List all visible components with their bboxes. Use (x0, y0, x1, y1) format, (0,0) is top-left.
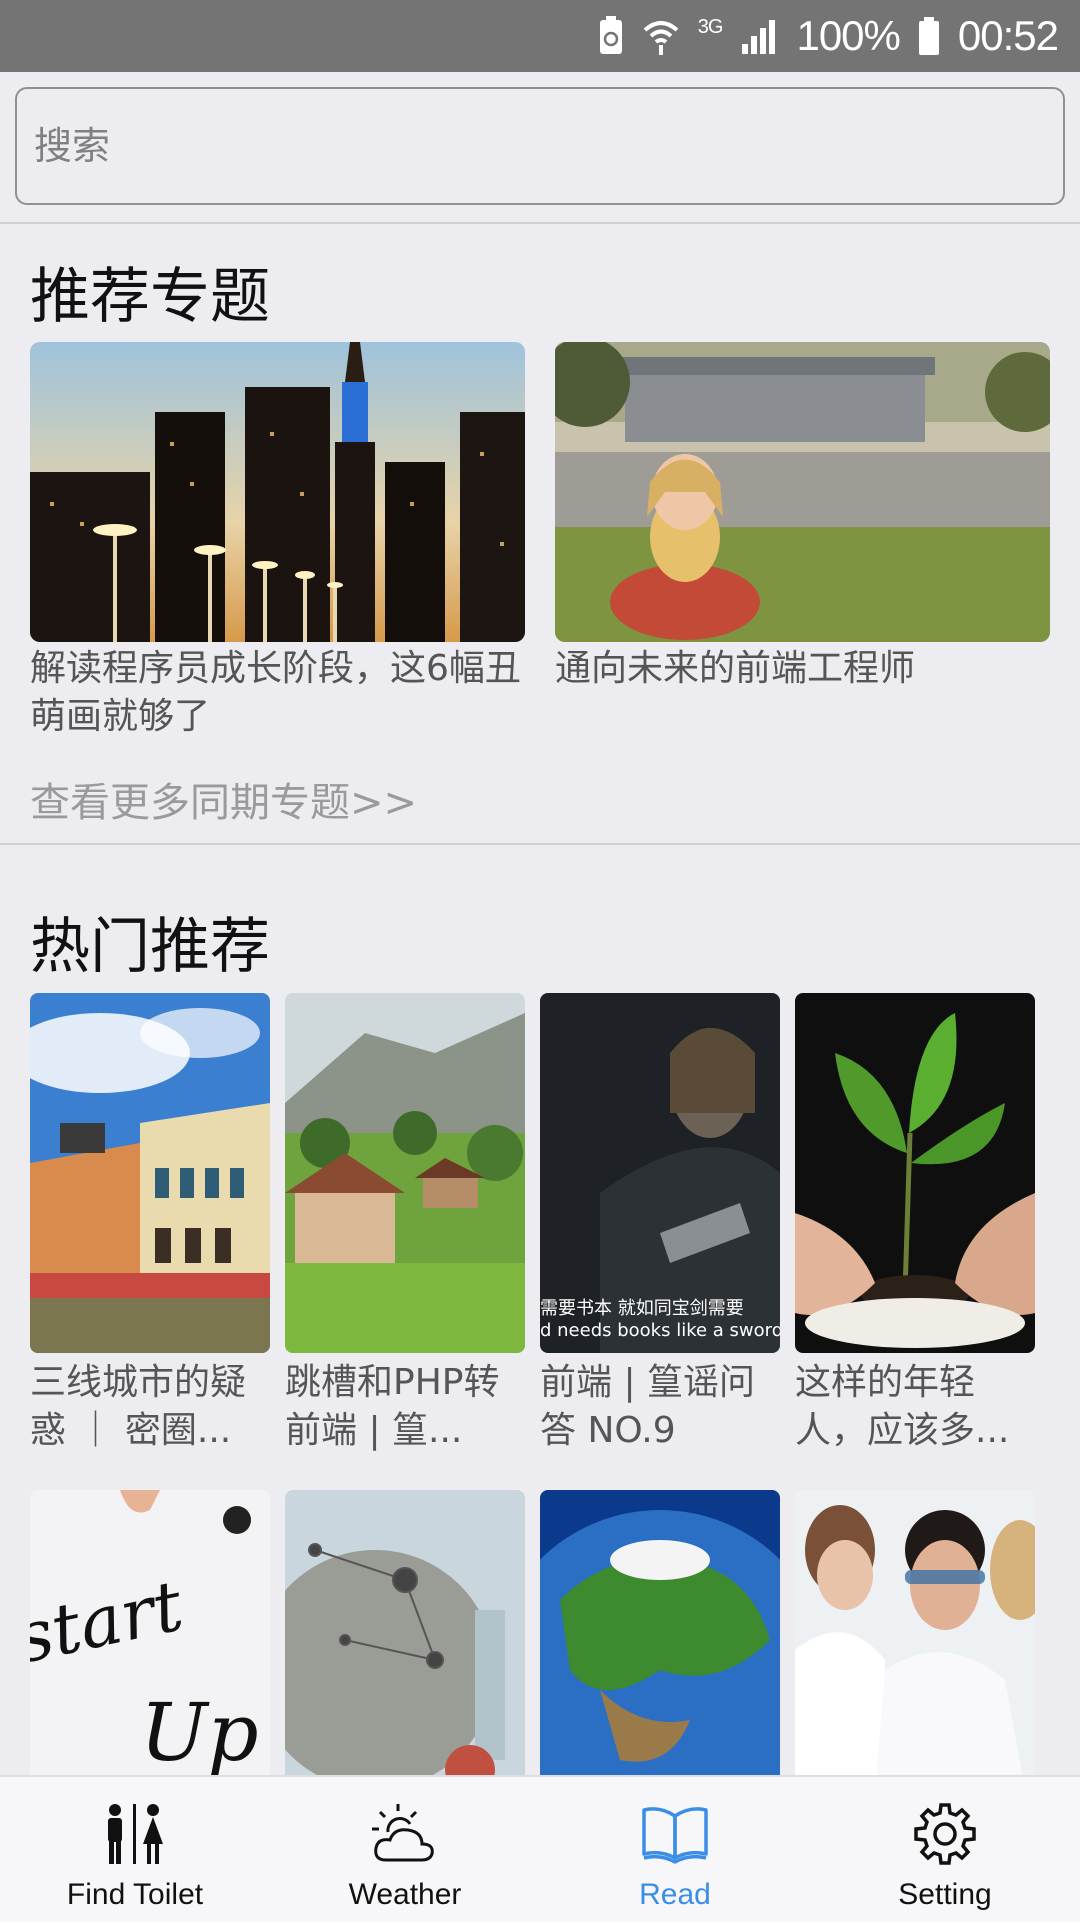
svg-text:Up: Up (140, 1686, 259, 1779)
hot-item[interactable] (285, 1490, 525, 1790)
tab-weather[interactable]: Weather (270, 1777, 540, 1922)
hot-item[interactable] (795, 1490, 1035, 1790)
toilet-people-icon (108, 1804, 163, 1864)
featured-item-caption[interactable]: 通向未来的前端工程师 (555, 645, 1050, 693)
hot-item[interactable]: start Up (30, 1490, 270, 1790)
divider (0, 843, 1080, 845)
hot-item-image[interactable] (285, 993, 525, 1353)
tab-label: Find Toilet (66, 1878, 204, 1911)
hot-item-caption: 前端 | 篁谣问答 NO.9 (540, 1362, 756, 1451)
divider (0, 222, 1080, 224)
featured-item-image[interactable] (30, 342, 525, 642)
hot-section-title: 热门推荐 (30, 912, 270, 982)
tab-find-toilet[interactable]: Find Toilet (0, 1777, 270, 1922)
featured-item-image[interactable] (555, 342, 1050, 642)
featured-item-caption[interactable]: 解读程序员成长阶段，这6幅丑萌画就够了 (30, 645, 525, 741)
search-input[interactable] (32, 123, 1063, 169)
bottom-tab-bar: Find Toilet Weather Read Setting (0, 1775, 1080, 1922)
wifi-icon (642, 16, 680, 56)
hot-item[interactable] (540, 1490, 780, 1790)
hot-item-image[interactable] (795, 1490, 1035, 1790)
hot-item-image[interactable] (540, 1490, 780, 1790)
weather-sun-cloud-icon (372, 1804, 434, 1862)
tab-label: Weather (348, 1878, 462, 1911)
battery-icon (918, 16, 940, 56)
featured-section-title: 推荐专题 (30, 262, 270, 332)
search-box[interactable] (15, 87, 1065, 205)
hot-item-image[interactable] (285, 1490, 525, 1790)
tab-setting[interactable]: Setting (810, 1777, 1080, 1922)
hot-item-image[interactable] (795, 993, 1035, 1353)
tab-read[interactable]: Read (540, 1777, 810, 1922)
hot-item-image[interactable]: 需要书本 就如同宝剑需要 d needs books like a sword … (540, 993, 780, 1353)
status-bar: 3G 100% 00:52 (0, 0, 1080, 72)
gear-icon (914, 1803, 976, 1865)
more-topics-link[interactable]: 查看更多同期专题>> (30, 770, 417, 828)
battery-percent: 100% (796, 12, 900, 59)
clock: 00:52 (957, 12, 1059, 59)
tab-label: Read (639, 1878, 711, 1911)
hot-item-image[interactable] (30, 993, 270, 1353)
hot-item-caption: 三线城市的疑惑 ｜ 密圈... (30, 1362, 247, 1451)
hot-item-image[interactable]: start Up (30, 1490, 270, 1790)
hot-item[interactable]: 跳槽和PHP转前端 | 篁... (285, 993, 525, 1455)
network-type: 3G (697, 16, 724, 38)
hot-item[interactable]: 三线城市的疑惑 ｜ 密圈... (30, 993, 270, 1455)
battery-saver-icon (598, 16, 624, 56)
hot-item[interactable]: 这样的年轻人，应该多... (795, 993, 1035, 1455)
open-book-icon (642, 1807, 708, 1864)
hot-item-caption: 这样的年轻人，应该多... (795, 1362, 1010, 1451)
tab-label: Setting (898, 1878, 992, 1911)
hot-item-image-overlay-text: 需要书本 就如同宝剑需要 d needs books like a sword … (540, 1298, 780, 1341)
hot-item-caption: 跳槽和PHP转前端 | 篁... (285, 1362, 500, 1451)
signal-icon (740, 18, 778, 54)
hot-item[interactable]: 需要书本 就如同宝剑需要 d needs books like a sword … (540, 993, 780, 1455)
